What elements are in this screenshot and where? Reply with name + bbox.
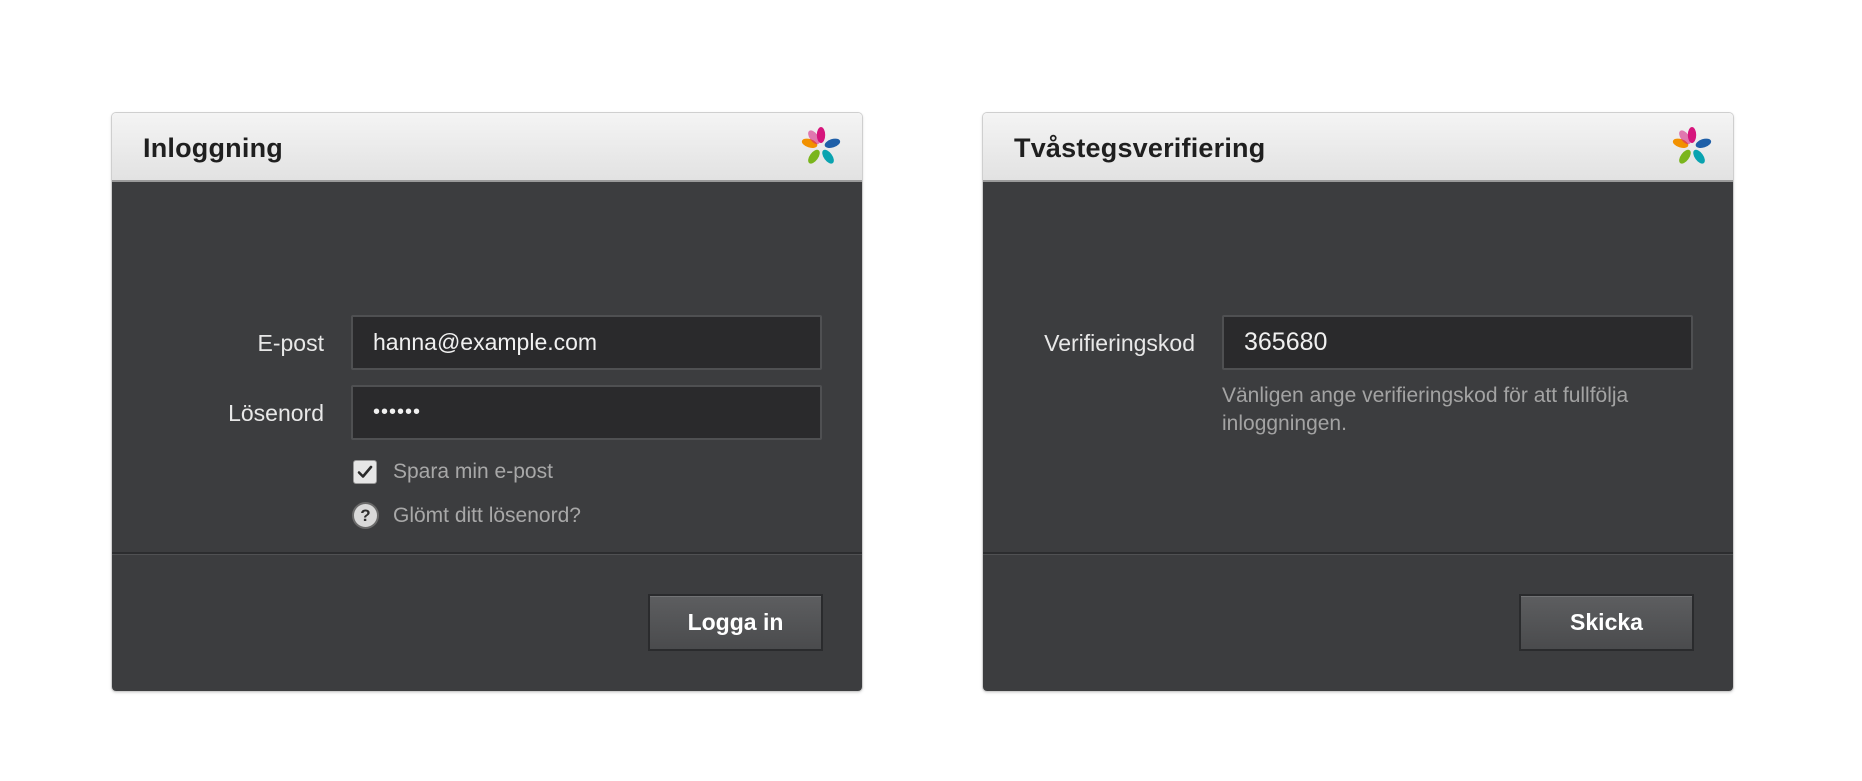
login-footer: Logga in <box>112 552 862 691</box>
two-step-body: Verifieringskod Vänligen ange verifierin… <box>983 182 1733 552</box>
password-label: Lösenord <box>228 400 324 426</box>
checkmark-icon <box>357 465 373 478</box>
login-dialog: Inloggning E-post Lösenord Spara min e-p… <box>112 113 862 691</box>
send-button[interactable]: Skicka <box>1519 594 1694 651</box>
login-body: E-post Lösenord Spara min e-post ? Glömt… <box>112 182 862 552</box>
login-button[interactable]: Logga in <box>648 594 823 651</box>
two-step-header: Tvåstegsverifiering <box>983 113 1733 182</box>
email-label: E-post <box>257 330 324 356</box>
login-header: Inloggning <box>112 113 862 182</box>
two-step-dialog: Tvåstegsverifiering Verifieringskod Vänl… <box>983 113 1733 691</box>
two-step-footer: Skicka <box>983 552 1733 691</box>
login-title: Inloggning <box>143 133 283 163</box>
verification-code-input[interactable] <box>1222 315 1693 370</box>
flower-logo-icon <box>1672 127 1712 164</box>
two-step-title: Tvåstegsverifiering <box>1014 133 1266 163</box>
remember-email-label[interactable]: Spara min e-post <box>393 460 553 484</box>
verification-code-label: Verifieringskod <box>1044 330 1195 356</box>
remember-email-checkbox[interactable] <box>353 460 377 484</box>
verification-hint: Vänligen ange verifieringskod för att fu… <box>1222 384 1629 435</box>
flower-logo-icon <box>801 127 841 164</box>
email-input[interactable] <box>351 315 822 370</box>
password-input[interactable] <box>351 385 822 440</box>
forgot-password-link[interactable]: Glömt ditt lösenord? <box>393 504 581 528</box>
question-icon[interactable]: ? <box>352 502 379 529</box>
